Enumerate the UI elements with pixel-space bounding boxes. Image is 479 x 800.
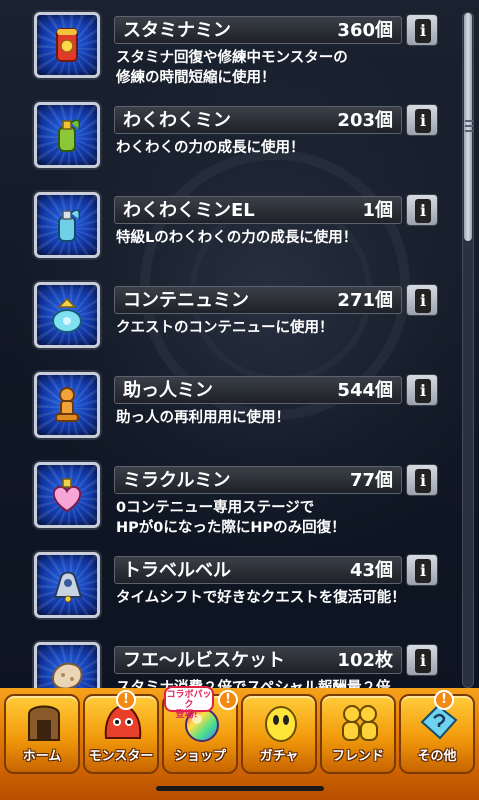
- item-name: フエ〜ルビスケット: [123, 650, 285, 671]
- home-indicator[interactable]: [156, 786, 324, 791]
- item-name: コンテニュミン: [123, 290, 249, 311]
- item-description: スタミナ回復や修練中モンスターの 修練の時間短縮に使用！: [116, 50, 348, 86]
- heart-potion-icon: [34, 462, 100, 528]
- list-item[interactable]: ミラクルミン 77個 i 0コンテニュー専用ステージで HPが0になった際にHP…: [30, 460, 440, 540]
- item-name: トラベルベル: [123, 560, 231, 581]
- item-count: 271個: [337, 290, 393, 311]
- info-icon: i: [415, 199, 431, 223]
- item-count: 77個: [349, 470, 393, 491]
- collab-pack-badge: コラボパック 登場！: [164, 686, 214, 720]
- item-count: 1個: [362, 200, 393, 221]
- item-name-bar: フエ〜ルビスケット 102枚: [114, 646, 402, 674]
- item-name: スタミナミン: [123, 20, 231, 41]
- item-name-bar: ミラクルミン 77個: [114, 466, 402, 494]
- list-item[interactable]: スタミナミン 360個 i スタミナ回復や修練中モンスターの 修練の時間短縮に使…: [30, 10, 440, 90]
- gacha-egg-icon: [265, 706, 297, 742]
- tab-label: モンスター: [88, 749, 154, 764]
- list-item[interactable]: コンテニュミン 271個 i クエストのコンテニューに使用！: [30, 280, 440, 360]
- item-name-bar: 助っ人ミン 544個: [114, 376, 402, 404]
- tab-label: ショップ: [173, 749, 226, 764]
- item-count: 544個: [337, 380, 393, 401]
- info-button[interactable]: i: [406, 284, 438, 316]
- item-description: スタミナ消費２倍でスペシャル報酬量２倍: [116, 680, 391, 688]
- info-button[interactable]: i: [406, 554, 438, 586]
- list-item[interactable]: トラベルベル 43個 i タイムシフトで好きなクエストを復活可能！: [30, 550, 440, 630]
- item-name-bar: トラベルベル 43個: [114, 556, 402, 584]
- stamina-can-icon: [34, 12, 100, 78]
- item-description: 0コンテニュー専用ステージで HPが0になった際にHPのみ回復！: [116, 500, 346, 536]
- item-description: タイムシフトで好きなクエストを復活可能！: [116, 590, 406, 606]
- item-name-bar: わくわくミン 203個: [114, 106, 402, 134]
- info-button[interactable]: i: [406, 464, 438, 496]
- scroll-grip-icon: [465, 117, 473, 141]
- item-name-bar: わくわくミンEL 1個: [114, 196, 402, 224]
- info-icon: i: [415, 109, 431, 133]
- item-description: 特級Lのわくわくの力の成長に使用！: [116, 230, 358, 246]
- list-item[interactable]: わくわくミンEL 1個 i 特級Lのわくわくの力の成長に使用！: [30, 190, 440, 270]
- item-description: わくわくの力の成長に使用！: [116, 140, 305, 156]
- scrollbar-thumb[interactable]: [464, 13, 473, 241]
- item-count: 43個: [349, 560, 393, 581]
- tab-label: ガチャ: [259, 749, 299, 764]
- tab-gacha[interactable]: ガチャ: [241, 694, 317, 774]
- tab-label: フレンド: [331, 749, 384, 764]
- monster-alert-icon: !: [116, 690, 136, 710]
- item-count: 102枚: [337, 650, 393, 671]
- item-list[interactable]: スタミナミン 360個 i スタミナ回復や修練中モンスターの 修練の時間短縮に使…: [0, 0, 460, 688]
- home-door-icon: [28, 705, 60, 741]
- info-button[interactable]: i: [406, 644, 438, 676]
- item-name: わくわくミン: [123, 110, 231, 131]
- scrollbar[interactable]: [462, 12, 474, 688]
- info-button[interactable]: i: [406, 14, 438, 46]
- tab-label: その他: [417, 749, 457, 764]
- info-icon: i: [415, 469, 431, 493]
- bell-icon: [34, 552, 100, 618]
- tab-label: ホーム: [22, 749, 62, 764]
- info-icon: i: [415, 559, 431, 583]
- info-button[interactable]: i: [406, 194, 438, 226]
- info-icon: i: [415, 19, 431, 43]
- info-button[interactable]: i: [406, 374, 438, 406]
- info-icon: i: [415, 289, 431, 313]
- item-count: 203個: [337, 110, 393, 131]
- item-name-bar: スタミナミン 360個: [114, 16, 402, 44]
- info-icon: i: [415, 649, 431, 673]
- friends-icon: [342, 705, 378, 741]
- item-name-bar: コンテニュミン 271個: [114, 286, 402, 314]
- item-description: 助っ人の再利用用に使用！: [116, 410, 290, 426]
- tab-home[interactable]: ホーム: [4, 694, 80, 774]
- item-description: クエストのコンテニューに使用！: [116, 320, 334, 336]
- item-name: ミラクルミン: [123, 470, 231, 491]
- helper-pawn-icon: [34, 372, 100, 438]
- item-count: 360個: [337, 20, 393, 41]
- continue-potion-icon: [34, 282, 100, 348]
- bottom-tab-bar: ホーム モンスター ショップ ガチャ フレンド その他: [0, 688, 479, 800]
- list-item[interactable]: 助っ人ミン 544個 i 助っ人の再利用用に使用！: [30, 370, 440, 450]
- list-item[interactable]: フエ〜ルビスケット 102枚 i スタミナ消費２倍でスペシャル報酬量２倍: [30, 640, 440, 688]
- item-name: わくわくミンEL: [123, 200, 255, 221]
- tab-friend[interactable]: フレンド: [320, 694, 396, 774]
- info-icon: i: [415, 379, 431, 403]
- blue-bottle-icon: [34, 192, 100, 258]
- item-name: 助っ人ミン: [123, 380, 213, 401]
- green-bottle-icon: [34, 102, 100, 168]
- other-alert-icon: !: [434, 690, 454, 710]
- shop-alert-icon: !: [218, 690, 238, 710]
- list-item[interactable]: わくわくミン 203個 i わくわくの力の成長に使用！: [30, 100, 440, 180]
- biscuit-icon: [34, 642, 100, 688]
- info-button[interactable]: i: [406, 104, 438, 136]
